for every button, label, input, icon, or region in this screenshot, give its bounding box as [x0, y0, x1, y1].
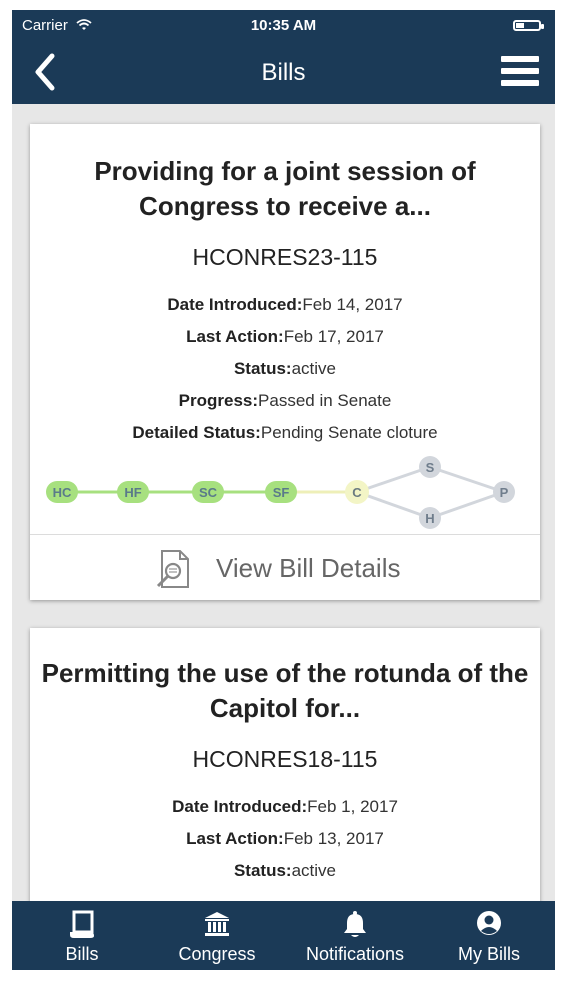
- progress-label: Progress:: [178, 391, 259, 410]
- tab-my-bills[interactable]: My Bills: [444, 901, 534, 970]
- last-action-row: Last Action:Feb 13, 2017: [30, 823, 540, 855]
- bill-title: Permitting the use of the rotunda of the…: [41, 658, 529, 723]
- tab-label: Bills: [65, 944, 99, 964]
- date-introduced-row: Date Introduced:Feb 1, 2017: [30, 791, 540, 823]
- tab-bills[interactable]: Bills: [42, 901, 122, 970]
- status-bar: Carrier 10:35 AM: [12, 10, 555, 42]
- connector-s-p: [429, 465, 505, 494]
- stage-hc: HC: [46, 481, 78, 503]
- card-divider: [30, 534, 540, 535]
- page-title: Bills: [261, 59, 306, 86]
- document-search-icon: [156, 550, 189, 588]
- capitol-building-icon: [205, 912, 229, 936]
- status-row: Status:active: [30, 353, 540, 385]
- user-circle-icon: [477, 911, 501, 935]
- svg-text:HF: HF: [124, 485, 141, 500]
- bill-card[interactable]: Providing for a joint session of Congres…: [30, 124, 540, 600]
- scroll-icon: [70, 910, 94, 938]
- app-screen: Carrier 10:35 AM Bills Providing for a j…: [12, 10, 555, 970]
- stage-s: S: [419, 456, 441, 478]
- last-action-label: Last Action:: [186, 829, 284, 848]
- status-value: active: [291, 359, 337, 378]
- tab-label: Notifications: [305, 944, 405, 964]
- tab-bar: Bills Congress Notifications My Bills: [12, 901, 555, 970]
- date-introduced-value: Feb 14, 2017: [302, 295, 403, 314]
- date-introduced-row: Date Introduced:Feb 14, 2017: [30, 289, 540, 321]
- date-introduced-value: Feb 1, 2017: [307, 797, 398, 816]
- svg-text:SC: SC: [199, 485, 218, 500]
- stage-sf: SF: [265, 481, 297, 503]
- bill-number: HCONRES23-115: [192, 244, 378, 270]
- clock: 10:35 AM: [250, 17, 317, 34]
- status-value: active: [291, 861, 337, 880]
- tab-label: Congress: [178, 944, 256, 964]
- last-action-label: Last Action:: [186, 327, 284, 346]
- tab-notifications[interactable]: Notifications: [290, 901, 420, 970]
- progress-row: Progress:Passed in Senate: [30, 385, 540, 417]
- bill-info: Date Introduced:Feb 1, 2017 Last Action:…: [30, 791, 540, 887]
- tab-label: My Bills: [458, 944, 520, 964]
- status-label: Status:: [233, 861, 292, 880]
- bill-number: HCONRES18-115: [192, 746, 378, 772]
- svg-text:H: H: [425, 511, 434, 526]
- stage-c: C: [345, 480, 369, 504]
- connector-h-p: [429, 490, 505, 520]
- bill-title: Providing for a joint session of Congres…: [94, 156, 476, 221]
- stage-sc: SC: [192, 481, 224, 503]
- stage-hf: HF: [117, 481, 149, 503]
- last-action-row: Last Action:Feb 17, 2017: [30, 321, 540, 353]
- view-bill-details-button[interactable]: View Bill Details: [30, 537, 540, 597]
- hamburger-menu-icon[interactable]: [501, 56, 539, 90]
- date-introduced-label: Date Introduced:: [167, 295, 303, 314]
- bell-icon: [344, 911, 366, 937]
- date-introduced-label: Date Introduced:: [172, 797, 308, 816]
- battery-fill: [516, 23, 524, 28]
- last-action-value: Feb 13, 2017: [283, 829, 384, 848]
- svg-text:S: S: [426, 460, 435, 475]
- status-label: Status:: [233, 359, 292, 378]
- last-action-value: Feb 17, 2017: [283, 327, 384, 346]
- battery-icon: [513, 20, 544, 31]
- stage-h: H: [419, 507, 441, 529]
- progress-value: Passed in Senate: [258, 391, 392, 410]
- svg-text:P: P: [500, 485, 509, 500]
- svg-text:C: C: [352, 485, 362, 500]
- view-bill-details-label: View Bill Details: [216, 553, 401, 583]
- bill-info: Date Introduced:Feb 14, 2017 Last Action…: [30, 289, 540, 449]
- detailed-status-label: Detailed Status:: [132, 423, 261, 442]
- svg-text:SF: SF: [273, 485, 290, 500]
- status-row: Status:active: [30, 855, 540, 887]
- svg-text:HC: HC: [53, 485, 72, 500]
- detailed-status-row: Detailed Status:Pending Senate cloture: [30, 417, 540, 449]
- bill-progress-tracker: HC HF SC SF C S H P: [46, 456, 515, 529]
- nav-bar: Bills: [12, 42, 555, 104]
- stage-p: P: [493, 481, 515, 503]
- tab-congress[interactable]: Congress: [162, 901, 272, 970]
- detailed-status-value: Pending Senate cloture: [260, 423, 438, 442]
